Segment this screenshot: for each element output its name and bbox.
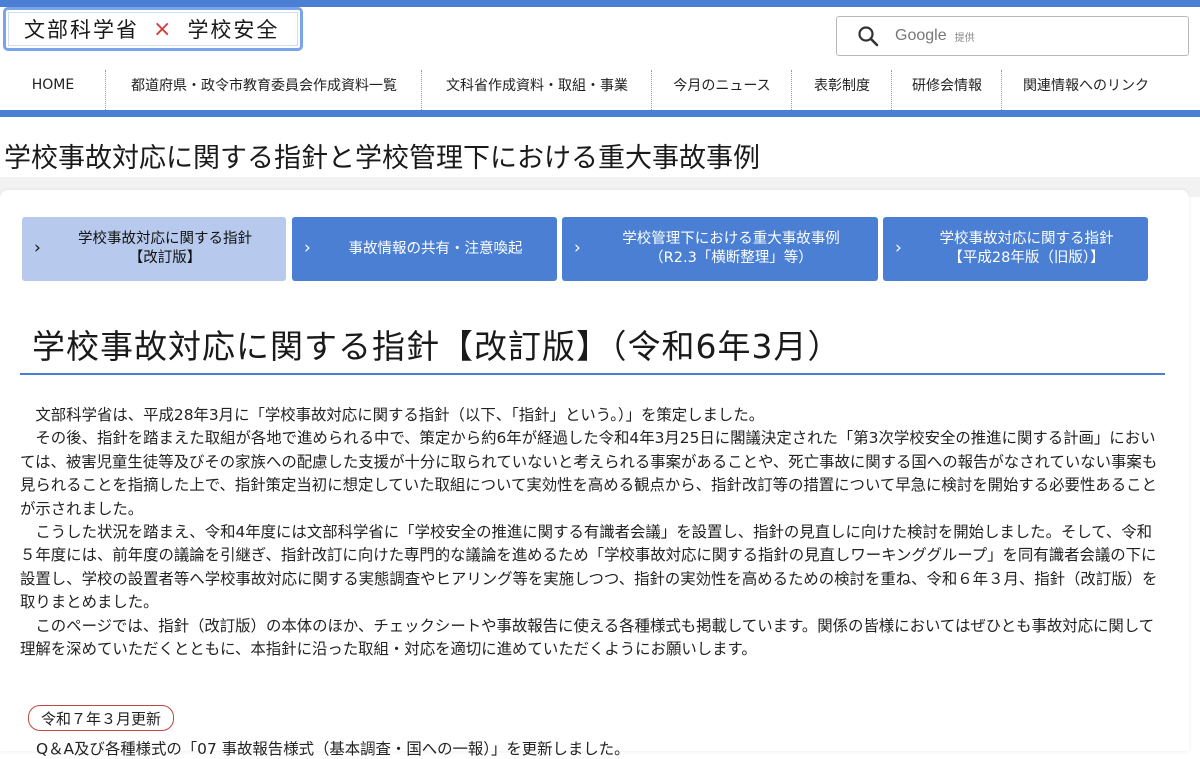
chevron-right-icon: › [574,238,581,258]
intro-text: 文部科学省は、平成28年3月に「学校事故対応に関する指針（以下、「指針」という。… [20,404,1162,661]
search-google-brand: Google [895,27,947,44]
paragraph: このページでは、指針（改訂版）の本体のほか、チェックシートや事故報告に使える各種… [20,616,1155,659]
search-icon[interactable] [857,25,879,47]
paragraph: こうした状況を踏まえ、令和4年度には文部科学省に「学校安全の推進に関する有識者会… [20,523,1158,612]
nav-label: 関連情報へのリンク [1023,78,1149,94]
tab-label: 事故情報の共有・注意喚起 [348,240,523,257]
page-title: 学校事故対応に関する指針と学校管理下における重大事故事例 [4,143,760,174]
logo-ministry-text: 文部科学省 [24,18,139,42]
chevron-right-icon: › [895,238,902,258]
tab-label: 学校事故対応に関する指針 [78,231,252,247]
tab-label: 学校事故対応に関する指針 [939,231,1114,247]
nav-mext-materials[interactable]: 文科省作成資料・取組・事業 [422,60,652,112]
tab-label: 【改訂版】 [128,250,202,266]
chevron-right-icon: › [304,238,311,258]
nav-prefecture-materials[interactable]: 都道府県・政令市教育委員会作成資料一覧 [106,60,422,112]
search-box[interactable]: Google 提供 [836,16,1189,56]
main-navigation: HOME 都道府県・政令市教育委員会作成資料一覧 文科省作成資料・取組・事業 今… [0,60,1200,112]
paragraph: 文部科学省は、平成28年3月に「学校事故対応に関する指針（以下、「指針」という。… [35,406,765,424]
section-title: 学校事故対応に関する指針【改訂版】（令和6年3月） [32,327,842,366]
logo-cross-mark: × [153,16,174,42]
nav-label: 都道府県・政令市教育委員会作成資料一覧 [131,78,397,94]
tab-label: （R2.3「横断整理」等） [649,250,813,266]
nav-label: 今月のニュース [673,78,771,94]
tab-serious-accident-cases[interactable]: › 学校管理下における重大事故事例 （R2.3「横断整理」等） [562,217,878,281]
nav-label: 研修会情報 [912,78,982,94]
tab-label: 【平成28年版（旧版）】 [948,250,1105,266]
nav-related-links[interactable]: 関連情報へのリンク [1002,60,1170,110]
update-notice: Q＆A及び各種様式の「07 事故報告様式（基本調査・国への一報）」を更新しました… [36,740,630,758]
nav-awards[interactable]: 表彰制度 [792,60,892,112]
nav-monthly-news[interactable]: 今月のニュース [652,60,792,112]
nav-home[interactable]: HOME [0,60,106,112]
section-underline [20,373,1165,375]
top-accent-bar [0,0,1200,7]
tab-guideline-old[interactable]: › 学校事故対応に関する指針 【平成28年版（旧版）】 [883,217,1148,281]
tab-guideline-revised[interactable]: › 学校事故対応に関する指針 【改訂版】 [22,217,286,281]
tab-accident-info-sharing[interactable]: › 事故情報の共有・注意喚起 [292,217,557,281]
tab-label: 学校管理下における重大事故事例 [622,231,840,247]
nav-label: HOME [31,77,75,93]
nav-label: 文科省作成資料・取組・事業 [446,78,628,94]
paragraph: その後、指針を踏まえた取組が各地で進められる中で、策定から約6年が経過した令和4… [20,429,1158,518]
site-logo[interactable]: 文部科学省 × 学校安全 [3,7,303,51]
search-provided-label: 提供 [954,32,975,44]
nav-label: 表彰制度 [814,78,870,94]
chevron-right-icon: › [34,238,41,258]
nav-bottom-bar [0,110,1200,117]
logo-school-safety-text: 学校安全 [187,18,280,42]
nav-training[interactable]: 研修会情報 [892,60,1002,112]
update-badge: 令和７年３月更新 [28,705,175,731]
